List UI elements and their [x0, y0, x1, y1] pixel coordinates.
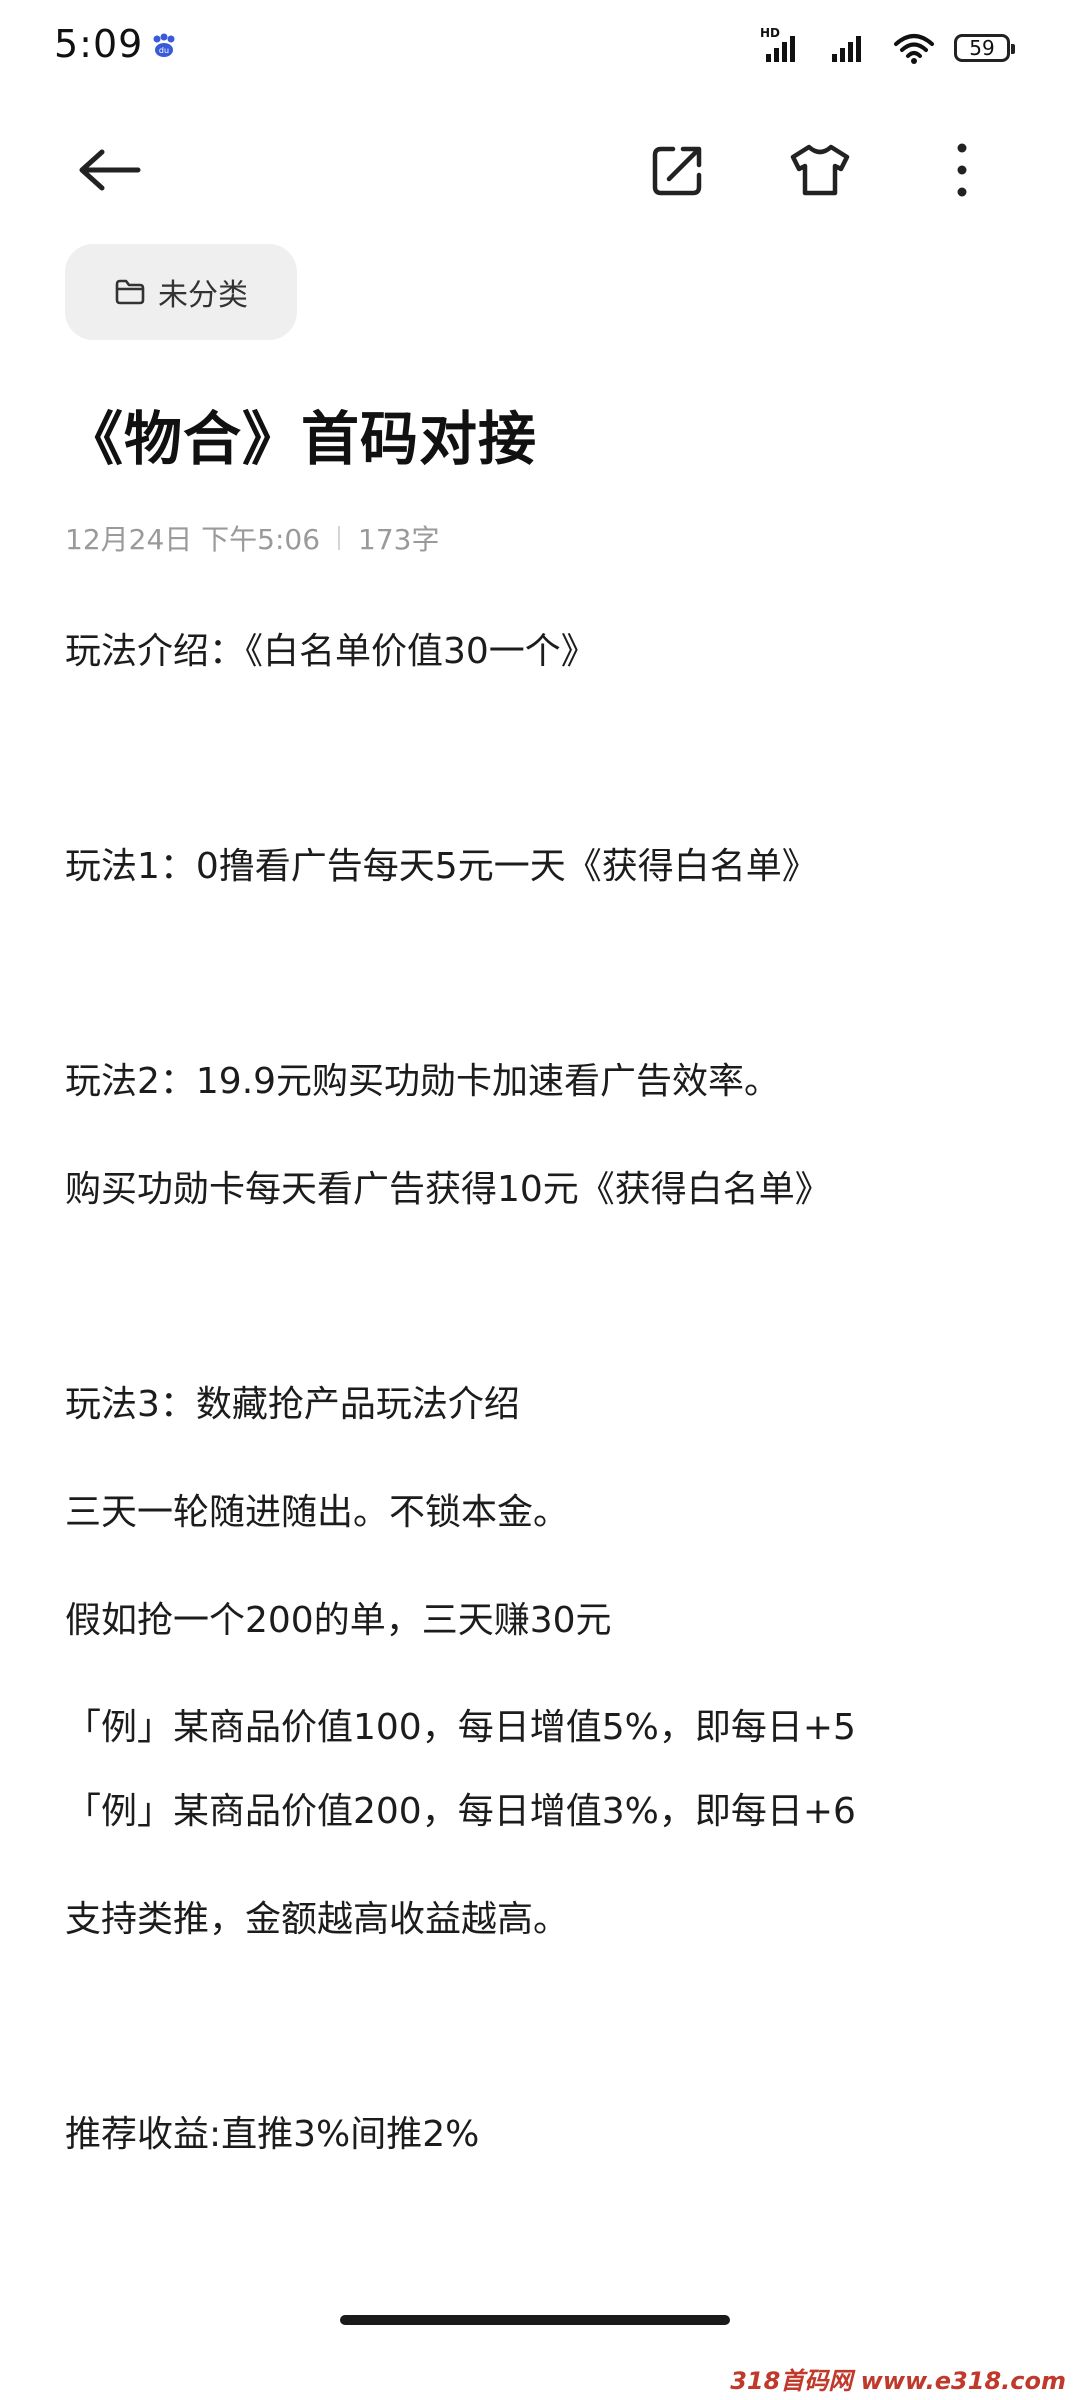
note-title[interactable]: 《物合》首码对接: [65, 392, 537, 476]
status-indicators: HD 59: [760, 26, 1015, 68]
baidu-app-icon: du: [153, 33, 175, 57]
body-line: 推荐收益:直推3%间推2%: [65, 2114, 480, 2155]
battery-level: 59: [969, 36, 995, 60]
share-external-icon: [652, 146, 702, 196]
share-button[interactable]: [628, 120, 728, 220]
svg-text:du: du: [159, 46, 169, 55]
note-date: 12月24日 下午5:06: [65, 523, 321, 556]
theme-button[interactable]: [770, 120, 870, 220]
word-count: 173字: [358, 523, 440, 556]
body-line: 「例」某商品价值200，每日增值3%，即每日+6: [65, 1791, 856, 1832]
back-button[interactable]: [60, 120, 160, 220]
folder-icon: [115, 279, 145, 305]
note-meta: 12月24日 下午5:06 173字: [65, 518, 440, 558]
site-watermark: 318首码网 www.e318.com: [716, 2356, 1080, 2400]
wifi-icon: [894, 34, 934, 64]
home-indicator[interactable]: [340, 2315, 730, 2325]
tshirt-icon: [790, 144, 850, 196]
meta-divider: [338, 526, 341, 550]
body-line: 三天一轮随进随出。不锁本金。: [65, 1492, 570, 1533]
category-chip[interactable]: 未分类: [65, 244, 297, 340]
more-options-button[interactable]: [912, 120, 1012, 220]
body-line: 假如抢一个200的单，三天赚30元: [65, 1600, 612, 1641]
cellular-signal-icon: HD: [760, 26, 808, 66]
body-line: 「例」某商品价值100，每日增值5%，即每日+5: [65, 1707, 856, 1748]
note-toolbar: [0, 120, 1080, 220]
body-line: 玩法2：19.9元购买功勋卡加速看广告效率。: [65, 1061, 781, 1102]
more-vertical-icon: [957, 143, 967, 197]
body-line: 玩法1：0撸看广告每天5元一天《获得白名单》: [65, 846, 818, 887]
arrow-left-icon: [79, 149, 141, 191]
battery-icon: 59: [954, 34, 1015, 62]
hd-label: HD: [760, 26, 781, 40]
body-line: 玩法3：数藏抢产品玩法介绍: [65, 1384, 520, 1425]
body-line: 购买功勋卡每天看广告获得10元《获得白名单》: [65, 1169, 831, 1210]
status-bar: 5:09 du HD 59: [0, 0, 1080, 95]
body-line: 支持类推，金额越高收益越高。: [65, 1899, 570, 1940]
category-label: 未分类: [158, 278, 248, 313]
cellular-signal-2-icon: [826, 30, 874, 66]
status-time: 5:09: [54, 22, 144, 66]
body-line: 玩法介绍：《白名单价值30一个》: [65, 631, 597, 672]
